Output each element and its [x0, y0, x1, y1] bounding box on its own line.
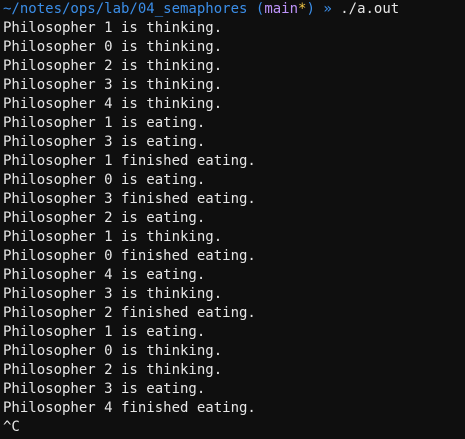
output-line: Philosopher 2 is thinking. [3, 58, 223, 74]
output-line: Philosopher 3 is eating. [3, 381, 206, 397]
output-line: Philosopher 3 is thinking. [3, 77, 223, 93]
prompt-command: ./a.out [340, 1, 400, 17]
output-line: Philosopher 3 is eating. [3, 134, 206, 150]
output-line: Philosopher 4 is eating. [3, 267, 206, 283]
prompt-path: ~/notes/ops/lab/04_semaphores [3, 1, 248, 17]
prompt-arrow: » [323, 1, 332, 17]
interrupt-signal: ^C [3, 419, 20, 435]
output-line: Philosopher 1 is thinking. [3, 229, 223, 245]
output-line: Philosopher 0 is eating. [3, 172, 206, 188]
output-line: Philosopher 0 finished eating. [3, 248, 256, 264]
output-line: Philosopher 3 is thinking. [3, 286, 223, 302]
output-line: Philosopher 4 finished eating. [3, 400, 256, 416]
output-line: Philosopher 2 is thinking. [3, 362, 223, 378]
prompt-branch-close: ) [306, 1, 315, 17]
output-line: Philosopher 2 finished eating. [3, 305, 256, 321]
output-line: Philosopher 1 is eating. [3, 115, 206, 131]
prompt-line: ~/notes/ops/lab/04_semaphores (main*) » … [3, 0, 465, 19]
terminal-window[interactable]: ~/notes/ops/lab/04_semaphores (main*) » … [0, 0, 465, 439]
output-line: Philosopher 4 is thinking. [3, 96, 223, 112]
output-line: Philosopher 2 is eating. [3, 210, 206, 226]
output-line: Philosopher 3 finished eating. [3, 191, 256, 207]
output-line: Philosopher 1 is eating. [3, 324, 206, 340]
prompt-branch: main [264, 1, 299, 17]
output-line: Philosopher 1 is thinking. [3, 20, 223, 36]
output-line: Philosopher 1 finished eating. [3, 153, 256, 169]
output-line: Philosopher 0 is thinking. [3, 39, 223, 55]
output-line: Philosopher 0 is thinking. [3, 343, 223, 359]
